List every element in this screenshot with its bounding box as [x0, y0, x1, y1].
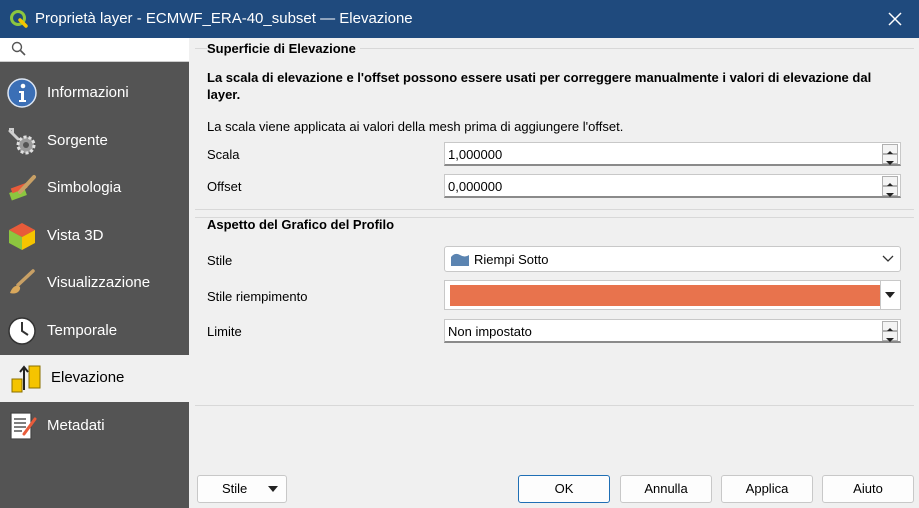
- sidebar-item-label: Temporale: [47, 322, 118, 339]
- fill-color-swatch: [450, 285, 881, 306]
- elevation-icon: [11, 365, 41, 393]
- metadata-icon: [10, 412, 37, 440]
- arrow-down-icon: [886, 338, 894, 342]
- scale-label: Scala: [207, 147, 240, 162]
- arrow-down-icon: [886, 161, 894, 165]
- group-title: Aspetto del Grafico del Profilo: [207, 217, 395, 232]
- fill-style-button[interactable]: [444, 280, 901, 310]
- sidebar: Informazioni Sorgente Simbologia Vista 3…: [0, 38, 189, 508]
- limit-value: Non impostato: [448, 324, 532, 339]
- chevron-down-icon: [882, 255, 894, 262]
- scale-spinbox[interactable]: 1,000000: [444, 142, 901, 166]
- scale-spin-arrows: [882, 144, 898, 165]
- elevation-description: La scala di elevazione e l'offset posson…: [207, 70, 872, 102]
- style-button-label: Stile: [222, 481, 248, 496]
- elevation-note: La scala viene applicata ai valori della…: [207, 119, 624, 134]
- limit-spinbox[interactable]: Non impostato: [444, 319, 901, 343]
- brush-icon: [10, 269, 35, 294]
- sidebar-item-sorgente[interactable]: Sorgente: [0, 118, 189, 165]
- sidebar-item-simbologia[interactable]: Simbologia: [0, 165, 189, 212]
- window-title: Proprietà layer - ECMWF_ERA-40_subset — …: [35, 10, 413, 27]
- sidebar-item-label: Elevazione: [51, 369, 125, 386]
- fill-below-icon: [451, 253, 469, 266]
- sidebar-item-label: Informazioni: [47, 84, 129, 101]
- sidebar-item-visualizzazione[interactable]: Visualizzazione: [0, 260, 189, 307]
- limit-spin-arrows: [882, 321, 898, 342]
- style-value: Riempi Sotto: [474, 252, 549, 267]
- cube-3d-icon: [9, 223, 35, 250]
- sidebar-search-input[interactable]: [0, 38, 189, 62]
- style-combobox[interactable]: Riempi Sotto: [444, 246, 901, 272]
- elevation-surface-group: Superficie di Elevazione La scala di ele…: [195, 41, 914, 210]
- source-gear-icon: [8, 128, 36, 155]
- limit-label: Limite: [207, 324, 242, 339]
- fill-style-menu-button[interactable]: [880, 281, 900, 309]
- style-menu-button[interactable]: Stile: [197, 475, 287, 503]
- sidebar-item-elevazione[interactable]: Elevazione: [0, 355, 189, 402]
- sidebar-item-label: Sorgente: [47, 132, 108, 149]
- apply-button[interactable]: Applica: [721, 475, 813, 503]
- dropdown-arrow-icon: [268, 486, 278, 492]
- dropdown-arrow-icon: [885, 292, 895, 298]
- ok-button[interactable]: OK: [518, 475, 610, 503]
- help-button[interactable]: Aiuto: [822, 475, 914, 503]
- sidebar-item-metadati[interactable]: Metadati: [0, 403, 189, 450]
- profile-chart-group: Aspetto del Grafico del Profilo Stile Ri…: [195, 217, 914, 406]
- close-icon[interactable]: [885, 9, 905, 29]
- sidebar-item-label: Metadati: [47, 417, 105, 434]
- sidebar-item-vista-3d[interactable]: Vista 3D: [0, 213, 189, 260]
- sidebar-item-label: Simbologia: [47, 179, 122, 196]
- offset-label: Offset: [207, 179, 242, 194]
- offset-value: 0,000000: [448, 179, 503, 194]
- offset-spin-arrows: [882, 176, 898, 197]
- style-label: Stile: [207, 253, 233, 268]
- clock-icon: [8, 317, 36, 345]
- paint-brush-icon: [9, 175, 36, 201]
- sidebar-item-label: Vista 3D: [47, 227, 104, 244]
- scale-value: 1,000000: [448, 147, 503, 162]
- sidebar-item-informazioni[interactable]: Informazioni: [0, 70, 189, 117]
- offset-down-button[interactable]: [882, 186, 898, 197]
- limit-up-button[interactable]: [882, 321, 898, 332]
- cancel-button[interactable]: Annulla: [620, 475, 712, 503]
- scale-up-button[interactable]: [882, 144, 898, 155]
- scale-down-button[interactable]: [882, 154, 898, 165]
- offset-spinbox[interactable]: 0,000000: [444, 174, 901, 198]
- info-icon: [7, 78, 37, 108]
- sidebar-item-temporale[interactable]: Temporale: [0, 308, 189, 355]
- group-title: Superficie di Elevazione: [207, 41, 360, 56]
- limit-down-button[interactable]: [882, 331, 898, 342]
- fill-style-label: Stile riempimento: [207, 289, 308, 304]
- elevation-panel: Superficie di Elevazione La scala di ele…: [195, 38, 915, 408]
- search-icon: [11, 41, 26, 56]
- qgis-logo-icon: [10, 10, 28, 28]
- offset-up-button[interactable]: [882, 176, 898, 187]
- title-bar: Proprietà layer - ECMWF_ERA-40_subset — …: [0, 0, 919, 38]
- sidebar-item-label: Visualizzazione: [47, 274, 151, 291]
- arrow-down-icon: [886, 193, 894, 197]
